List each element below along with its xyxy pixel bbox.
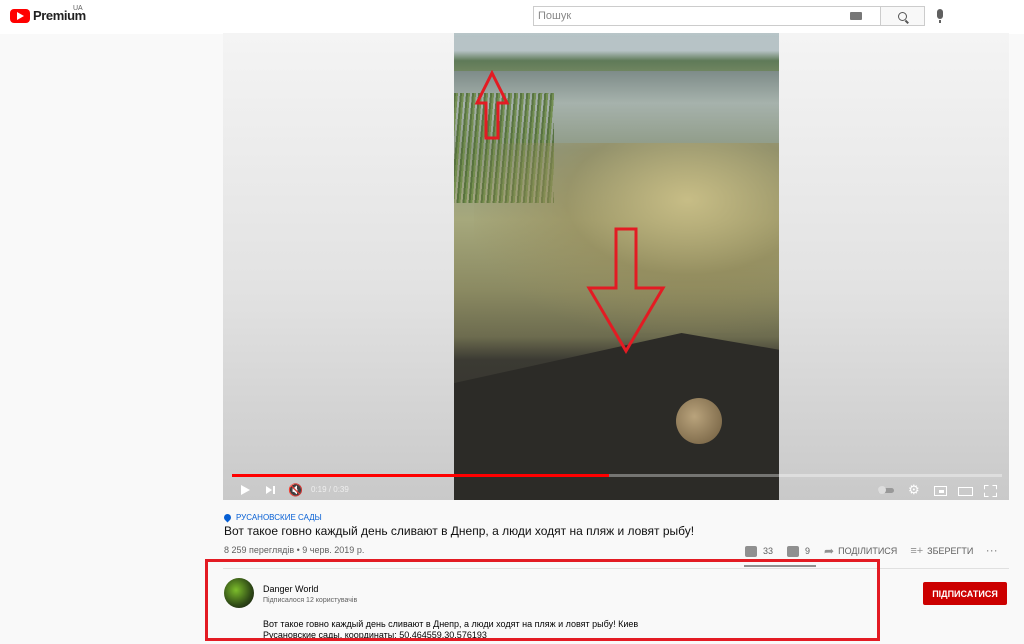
next-icon[interactable] [263, 483, 277, 497]
microphone-icon[interactable] [937, 9, 943, 23]
subscribe-button[interactable]: ПІДПИСАТИСЯ [923, 582, 1007, 605]
video-actions: 33 9 ➦ ПОДІЛИТИСЯ ≡+ ЗБЕРЕГТИ ··· [745, 543, 998, 559]
autoplay-toggle-icon[interactable] [878, 483, 896, 497]
region-code: UA [73, 5, 83, 12]
like-button[interactable]: 33 [745, 545, 774, 557]
thumbs-up-icon [745, 545, 757, 557]
progress-played [232, 474, 610, 477]
views-and-date: 8 259 переглядів • 9 черв. 2019 р. [224, 545, 365, 555]
theater-mode-icon[interactable] [958, 483, 973, 497]
player-controls: 🔇 0:19 / 0:39 ⚙ [223, 480, 1009, 500]
search-button[interactable] [880, 7, 924, 25]
miniplayer-icon[interactable] [933, 483, 947, 497]
youtube-watch-page: Premium UA Пошук 🔇 0:19 / 0:39 ⚙ РУСАНОВ… [0, 0, 1024, 644]
location-link[interactable]: РУСАНОВСКИЕ САДЫ [222, 512, 322, 523]
river-shore-scene [454, 37, 779, 71]
gear-icon[interactable]: ⚙ [908, 483, 922, 497]
save-label: ЗБЕРЕГТИ [927, 546, 974, 556]
time-display: 0:19 / 0:39 [311, 485, 349, 494]
progress-bar[interactable] [232, 474, 1002, 477]
keyboard-icon[interactable] [850, 12, 862, 20]
share-button[interactable]: ➦ ПОДІЛИТИСЯ [824, 544, 897, 558]
video-player[interactable]: 🔇 0:19 / 0:39 ⚙ [223, 33, 1009, 500]
save-button[interactable]: ≡+ ЗБЕРЕГТИ [910, 545, 973, 557]
location-label: РУСАНОВСКИЕ САДЫ [236, 513, 322, 522]
more-actions-icon[interactable]: ··· [986, 546, 998, 556]
search-icon [898, 11, 907, 21]
mute-icon[interactable]: 🔇 [288, 483, 303, 497]
search-box [533, 6, 925, 26]
video-frame [454, 33, 779, 500]
video-title: Вот такое говно каждый день сливают в Дн… [224, 524, 695, 538]
red-arrow-up-icon [474, 70, 510, 140]
highlight-box [205, 559, 880, 641]
thumbs-down-icon [787, 545, 800, 557]
search-input[interactable] [534, 7, 850, 25]
red-arrow-down-icon [586, 227, 666, 354]
fullscreen-icon[interactable] [983, 483, 997, 497]
dislike-count: 9 [805, 546, 811, 556]
like-count: 33 [763, 546, 774, 556]
share-label: ПОДІЛИТИСЯ [838, 546, 898, 556]
youtube-play-logo-icon [10, 8, 30, 23]
masthead: Premium UA [0, 0, 1024, 34]
playlist-add-icon: ≡+ [910, 545, 924, 557]
location-pin-icon [222, 512, 233, 523]
rock-scene [676, 398, 722, 444]
play-icon[interactable] [238, 483, 252, 497]
dislike-button[interactable]: 9 [787, 545, 811, 557]
share-icon: ➦ [824, 544, 835, 558]
